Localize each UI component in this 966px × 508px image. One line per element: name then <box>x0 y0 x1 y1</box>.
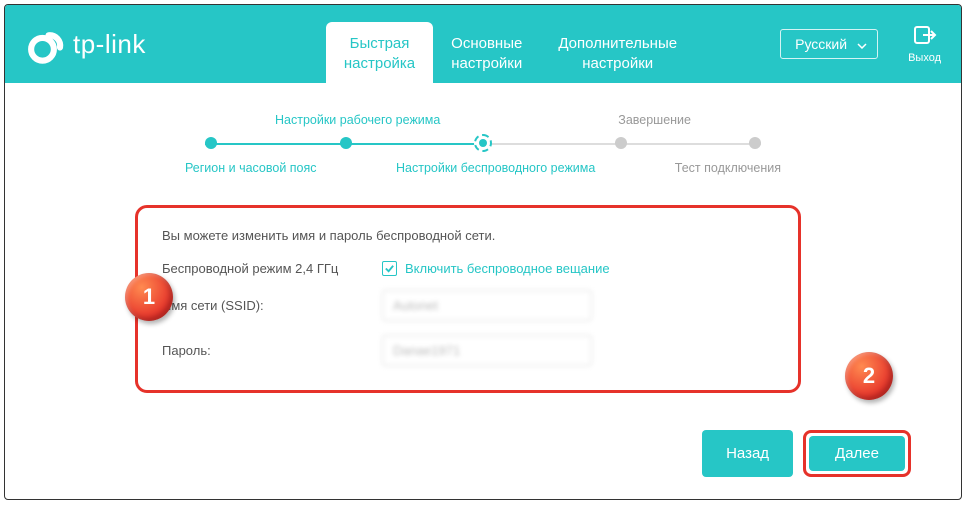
step-label-region: Регион и часовой пояс <box>185 161 317 175</box>
brand-name: tp-link <box>73 29 146 60</box>
password-label: Пароль: <box>162 343 382 358</box>
step-dot-3-current <box>474 134 492 152</box>
footer-buttons: Назад Далее <box>702 430 911 477</box>
step-dot-1 <box>205 137 217 149</box>
annotation-badge-2: 2 <box>845 352 893 400</box>
ssid-input[interactable] <box>382 290 592 321</box>
annotation-badge-1: 1 <box>125 273 173 321</box>
tplink-icon <box>25 23 67 65</box>
main-tabs: Быстрая настройка Основные настройки Доп… <box>326 5 695 83</box>
instruction-text: Вы можете изменить имя и пароль беспрово… <box>162 228 774 243</box>
enable-wireless-checkbox[interactable]: Включить беспроводное вещание <box>382 261 610 276</box>
step-label-test: Тест подключения <box>675 161 781 175</box>
content-area: Настройки рабочего режима Завершение Рег… <box>5 83 961 393</box>
password-input[interactable] <box>382 335 592 366</box>
next-button[interactable]: Далее <box>809 436 905 471</box>
chevron-down-icon <box>857 36 867 52</box>
step-label-finish: Завершение <box>618 113 691 127</box>
step-label-wireless: Настройки беспроводного режима <box>396 161 595 175</box>
exit-icon <box>913 25 937 45</box>
header: tp-link Быстрая настройка Основные настр… <box>5 5 961 83</box>
back-button[interactable]: Назад <box>702 430 793 477</box>
wireless-settings-panel: Вы можете изменить имя и пароль беспрово… <box>135 205 801 393</box>
language-value: Русский <box>795 36 847 52</box>
band-label: Беспроводной режим 2,4 ГГц <box>162 261 382 276</box>
next-button-highlight: Далее <box>803 430 911 477</box>
step-dot-5 <box>749 137 761 149</box>
ssid-label: Имя сети (SSID): <box>162 298 382 313</box>
exit-button[interactable]: Выход <box>908 25 941 64</box>
tab-quick-setup[interactable]: Быстрая настройка <box>326 22 433 83</box>
stepper: Настройки рабочего режима Завершение Рег… <box>185 113 781 175</box>
checkbox-icon <box>382 261 397 276</box>
step-dot-2 <box>340 137 352 149</box>
step-dot-4 <box>615 137 627 149</box>
tab-basic[interactable]: Основные настройки <box>433 22 540 83</box>
tab-advanced[interactable]: Дополнительные настройки <box>540 22 695 83</box>
brand-logo: tp-link <box>25 23 146 65</box>
step-label-mode: Настройки рабочего режима <box>275 113 440 127</box>
exit-label: Выход <box>908 52 941 64</box>
enable-wireless-label: Включить беспроводное вещание <box>405 261 610 276</box>
language-select[interactable]: Русский <box>780 29 878 59</box>
